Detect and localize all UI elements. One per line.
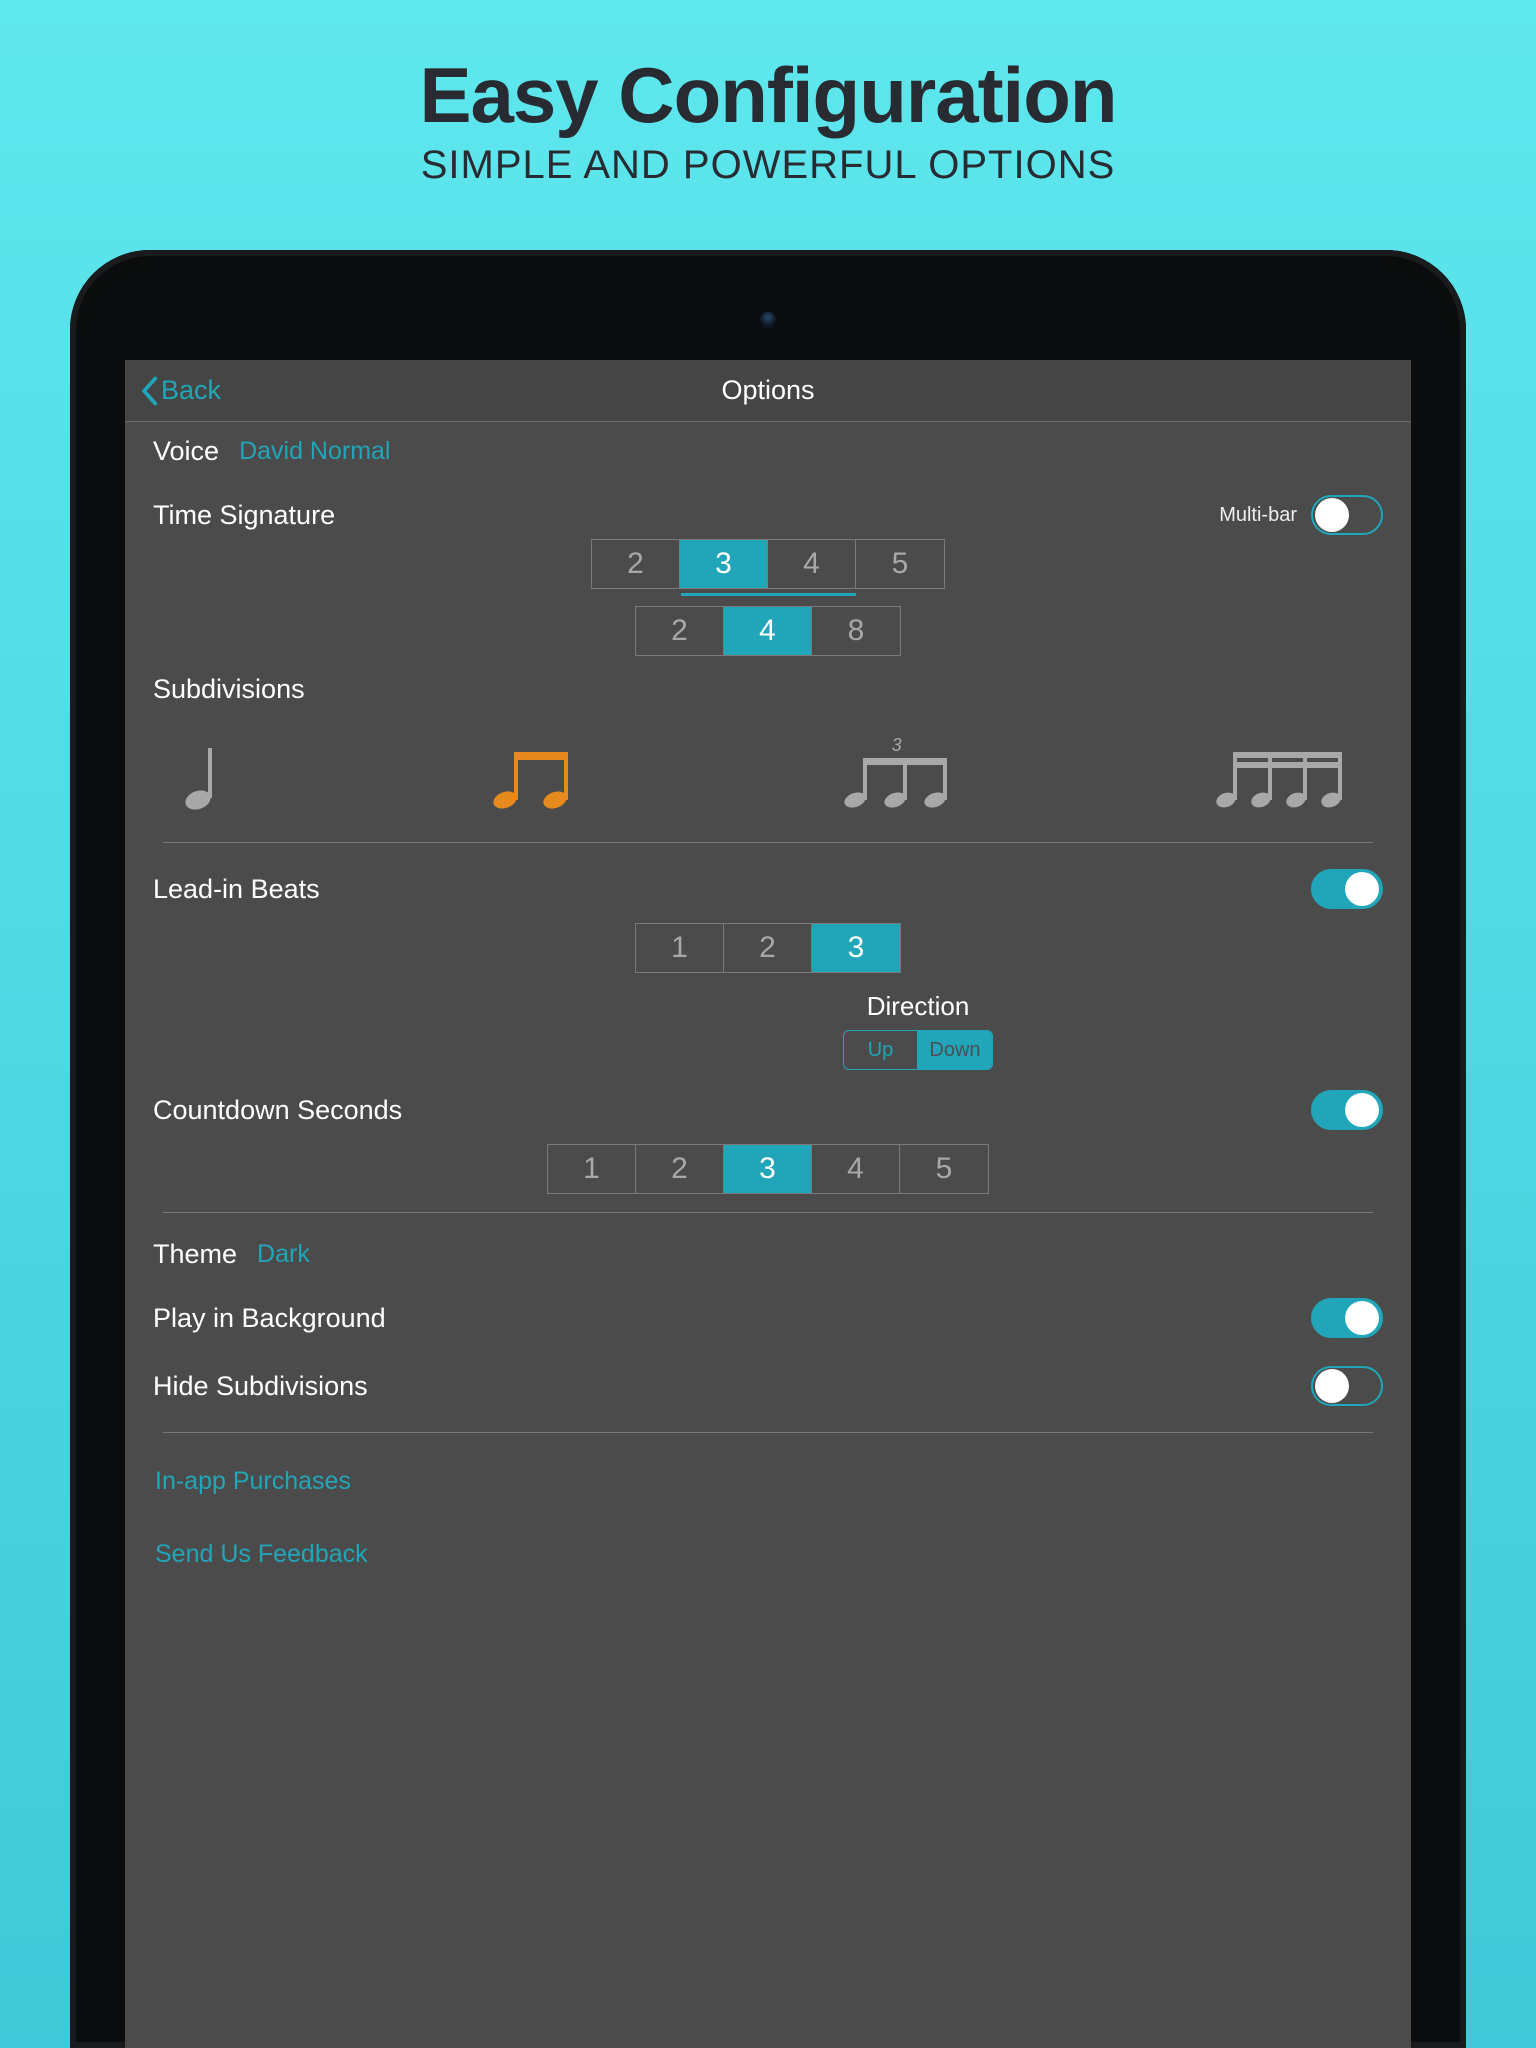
numerator-5[interactable]: 5: [856, 540, 944, 588]
denominator-2[interactable]: 2: [636, 607, 724, 655]
theme-value: Dark: [257, 1240, 310, 1269]
play-background-toggle[interactable]: [1311, 1298, 1383, 1338]
direction-block: Direction Up Down: [453, 991, 1383, 1070]
time-signature-header: Time Signature Multi-bar: [153, 481, 1383, 539]
countdown-2[interactable]: 2: [636, 1145, 724, 1193]
iap-link[interactable]: In-app Purchases: [153, 1445, 1383, 1518]
app-screen: Back Options Voice David Normal Time Sig…: [125, 360, 1411, 2048]
numerator-4[interactable]: 4: [768, 540, 856, 588]
numerator-picker[interactable]: 2 3 4 5: [591, 539, 945, 589]
voice-value: David Normal: [239, 437, 390, 466]
play-background-label: Play in Background: [153, 1303, 386, 1334]
back-label: Back: [161, 375, 221, 406]
theme-row[interactable]: Theme Dark: [153, 1225, 1383, 1284]
tablet-frame: Back Options Voice David Normal Time Sig…: [70, 250, 1466, 2048]
eighth-note-icon[interactable]: [490, 740, 580, 810]
direction-label: Direction: [867, 991, 970, 1022]
chevron-left-icon: [139, 376, 159, 406]
denominator-4[interactable]: 4: [724, 607, 812, 655]
countdown-5[interactable]: 5: [900, 1145, 988, 1193]
leadin-header: Lead-in Beats: [153, 855, 1383, 923]
direction-picker[interactable]: Up Down: [843, 1030, 993, 1070]
quarter-note-icon[interactable]: [183, 740, 229, 810]
countdown-header: Countdown Seconds: [153, 1076, 1383, 1144]
multibar-toggle[interactable]: [1311, 495, 1383, 535]
promo-subtitle: SIMPLE AND POWERFUL OPTIONS: [0, 143, 1536, 188]
voice-row[interactable]: Voice David Normal: [153, 422, 1383, 481]
countdown-1[interactable]: 1: [548, 1145, 636, 1193]
denominator-8[interactable]: 8: [812, 607, 900, 655]
countdown-toggle[interactable]: [1311, 1090, 1383, 1130]
divider: [163, 1432, 1373, 1433]
theme-label: Theme: [153, 1239, 237, 1270]
tablet-camera: [760, 312, 776, 328]
leadin-picker[interactable]: 1 2 3: [635, 923, 901, 973]
hide-subdivisions-label: Hide Subdivisions: [153, 1371, 368, 1402]
back-button[interactable]: Back: [139, 375, 221, 406]
subdivisions-label: Subdivisions: [153, 656, 1383, 705]
numerator-3[interactable]: 3: [680, 540, 768, 588]
leadin-2[interactable]: 2: [724, 924, 812, 972]
time-signature-pickers: 2 3 4 5 2 4 8: [153, 539, 1383, 656]
direction-down[interactable]: Down: [918, 1031, 992, 1069]
navbar: Back Options: [125, 360, 1411, 422]
leadin-toggle[interactable]: [1311, 869, 1383, 909]
leadin-label: Lead-in Beats: [153, 874, 320, 905]
triplet-note-icon[interactable]: 3: [842, 735, 952, 810]
direction-up[interactable]: Up: [844, 1031, 918, 1069]
time-signature-label: Time Signature: [153, 500, 335, 531]
leadin-1[interactable]: 1: [636, 924, 724, 972]
page-title: Options: [721, 375, 814, 406]
hide-subdivisions-toggle[interactable]: [1311, 1366, 1383, 1406]
play-background-row: Play in Background: [153, 1284, 1383, 1352]
numerator-2[interactable]: 2: [592, 540, 680, 588]
divider: [163, 1212, 1373, 1213]
feedback-link[interactable]: Send Us Feedback: [153, 1518, 1383, 1591]
promo-title: Easy Configuration: [0, 50, 1536, 141]
numerator-underline: [681, 593, 856, 596]
subdivisions-row: 3: [153, 705, 1383, 830]
countdown-picker[interactable]: 1 2 3 4 5: [547, 1144, 989, 1194]
denominator-picker[interactable]: 2 4 8: [635, 606, 901, 656]
countdown-3[interactable]: 3: [724, 1145, 812, 1193]
countdown-4[interactable]: 4: [812, 1145, 900, 1193]
promo-header: Easy Configuration SIMPLE AND POWERFUL O…: [0, 0, 1536, 188]
voice-label: Voice: [153, 436, 219, 467]
sixteenth-note-icon[interactable]: [1213, 740, 1353, 810]
leadin-3[interactable]: 3: [812, 924, 900, 972]
countdown-label: Countdown Seconds: [153, 1095, 402, 1126]
multibar-label: Multi-bar: [1219, 504, 1297, 527]
divider: [163, 842, 1373, 843]
hide-subdivisions-row: Hide Subdivisions: [153, 1352, 1383, 1420]
